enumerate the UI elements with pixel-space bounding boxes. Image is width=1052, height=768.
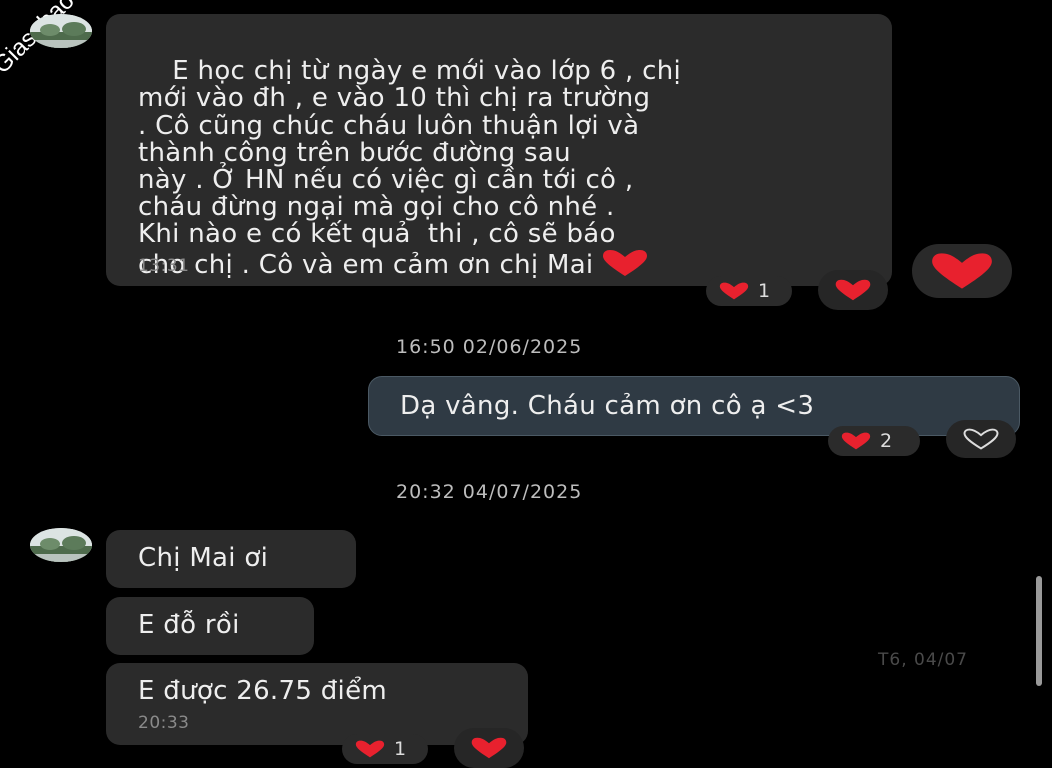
heart-outline-icon xyxy=(962,428,1000,450)
message-bubble-incoming[interactable]: E đỗ rồi xyxy=(106,597,314,655)
side-date-label: T6, 04/07 xyxy=(878,650,968,670)
message-bubble-incoming[interactable]: Chị Mai ơi xyxy=(106,530,356,588)
react-heart-button[interactable] xyxy=(454,728,524,768)
heart-icon xyxy=(833,279,873,301)
message-text: Dạ vâng. Cháu cảm ơn cô ạ <3 xyxy=(400,391,815,421)
message-text: E đỗ rồi xyxy=(138,610,240,640)
reaction-count: 1 xyxy=(758,280,771,302)
date-separator: 16:50 02/06/2025 xyxy=(396,336,583,358)
message-bubble-incoming[interactable]: E học chị từ ngày e mới vào lớp 6 , chị … xyxy=(106,14,892,286)
message-text: Chị Mai ơi xyxy=(138,543,269,573)
heart-icon xyxy=(838,432,874,450)
avatar[interactable] xyxy=(30,528,92,562)
reaction-count-badge[interactable]: 2 xyxy=(828,426,920,456)
date-separator: 20:32 04/07/2025 xyxy=(396,481,583,503)
message-text: E được 26.75 điểm xyxy=(138,676,387,706)
scrollbar[interactable] xyxy=(1036,576,1042,686)
reaction-count: 1 xyxy=(394,738,407,760)
heart-icon xyxy=(927,252,997,290)
message-text: E học chị từ ngày e mới vào lớp 6 , chị … xyxy=(138,56,682,280)
react-heart-button[interactable] xyxy=(946,420,1016,458)
reaction-count-badge[interactable]: 1 xyxy=(342,734,428,764)
heart-icon xyxy=(352,740,388,758)
reaction-count: 2 xyxy=(880,430,893,452)
message-bubble-outgoing[interactable]: Dạ vâng. Cháu cảm ơn cô ạ <3 xyxy=(368,376,1020,436)
heart-emoji-icon xyxy=(601,249,649,277)
message-time: 20:33 xyxy=(138,713,190,733)
react-heart-button[interactable] xyxy=(818,270,888,310)
heart-icon xyxy=(469,737,509,759)
reaction-count-badge[interactable]: 1 xyxy=(706,276,792,306)
avatar-image xyxy=(30,14,92,48)
message-time: 13:31 xyxy=(138,256,190,276)
big-heart-reaction-button[interactable] xyxy=(912,244,1012,298)
avatar[interactable] xyxy=(30,14,92,48)
avatar-image xyxy=(30,528,92,562)
heart-icon xyxy=(716,282,752,300)
